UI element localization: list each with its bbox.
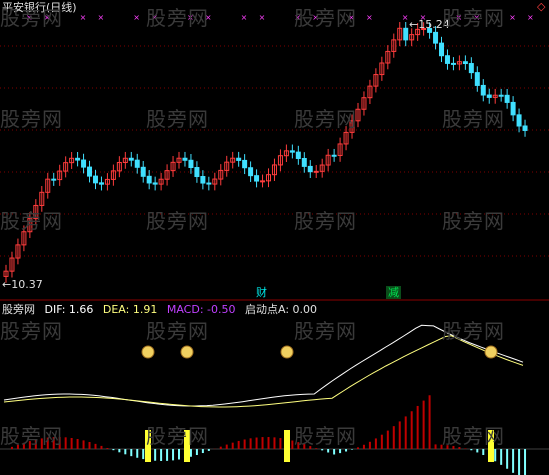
candle-body [313, 170, 319, 173]
candle-body [194, 167, 200, 178]
dea-value: DEA: 1.91 [102, 303, 158, 316]
candle-body [289, 150, 295, 153]
candle-body [182, 157, 188, 161]
signal-marker: × [294, 13, 301, 22]
dea-line [3, 335, 524, 408]
candle-body [468, 63, 474, 74]
candle-body [433, 31, 439, 44]
signal-marker: × [473, 13, 480, 22]
candle-body [331, 154, 337, 157]
candle-body [134, 159, 140, 168]
signal-bar [284, 430, 290, 462]
candle-body [504, 94, 510, 103]
candle-body [403, 27, 409, 41]
candle-body [81, 159, 87, 168]
signal-marker: × [348, 13, 355, 22]
signal-bar [145, 430, 151, 462]
candle-body [140, 166, 146, 177]
money-bag-icon [141, 345, 155, 359]
candle-body [254, 175, 260, 182]
signal-bar [488, 430, 494, 462]
signal-marker: × [259, 13, 266, 22]
money-bag-icon [280, 345, 294, 359]
candle-body [516, 114, 522, 127]
candle-body [480, 84, 486, 96]
signal-marker: × [133, 13, 140, 22]
signal-marker: × [44, 13, 51, 22]
candle-body [87, 166, 93, 177]
candle-body [206, 182, 212, 185]
candle-body [51, 178, 57, 181]
candle-body [146, 175, 152, 184]
candle-body [295, 151, 301, 159]
signal-marker: × [241, 13, 248, 22]
signal-marker: × [527, 13, 534, 22]
signal-marker: × [366, 13, 373, 22]
signal-marker: × [187, 13, 194, 22]
candle-body [498, 94, 504, 97]
candle-body [188, 159, 194, 169]
candle-body [462, 61, 468, 65]
candle-body [522, 125, 528, 131]
low-price-label: ←10.37 [2, 278, 43, 291]
candle-body [98, 182, 104, 185]
dif-value: DIF: 1.66 [44, 303, 94, 316]
macd-value: MACD: -0.50 [166, 303, 236, 316]
money-bag-icon [484, 345, 498, 359]
candle-body [301, 157, 307, 167]
signal-marker: × [80, 13, 87, 22]
signal-marker: × [26, 13, 33, 22]
chart-title: 平安银行(日线) [2, 1, 77, 14]
candle-body [450, 62, 456, 65]
candle-body [248, 167, 254, 177]
candle-body [486, 94, 492, 98]
high-price-label: ←15.24 [409, 18, 450, 31]
stock-chart[interactable]: × × × × × × × × × × × × × × × × × × × × [0, 0, 549, 475]
candle-body [152, 182, 158, 185]
candle-body [307, 165, 313, 173]
candle-body [474, 72, 480, 86]
candle-body [200, 176, 206, 184]
candle-body [242, 159, 248, 169]
diamond-icon[interactable]: ◇ [537, 0, 545, 13]
candle-body [444, 55, 450, 64]
signal-marker: × [455, 13, 462, 22]
money-bag-icon [180, 345, 194, 359]
signal-marker: × [151, 13, 158, 22]
signal-bar [184, 430, 190, 462]
dif-line [3, 324, 524, 407]
candle-body [260, 180, 266, 183]
indicator-header: 股旁网 DIF: 1.66 DEA: 1.91 MACD: -0.50 启动点A… [2, 303, 323, 316]
signal-tag-jian: 减 [386, 286, 401, 299]
signal-marker: × [402, 13, 409, 22]
candle-body [510, 101, 516, 116]
signal-marker: × [312, 13, 319, 22]
signal-marker: × [509, 13, 516, 22]
candle-body [128, 157, 134, 161]
indicator-name: 股旁网 [2, 303, 35, 316]
candle-body [75, 157, 81, 161]
candle-body [92, 175, 98, 184]
candle-body [439, 42, 445, 57]
signal-marker: × [97, 13, 104, 22]
start-point-value: 启动点A: 0.00 [244, 303, 318, 316]
signal-marker: × [205, 13, 212, 22]
signal-tag-cai: 财 [256, 286, 267, 299]
candle-body [236, 157, 242, 161]
